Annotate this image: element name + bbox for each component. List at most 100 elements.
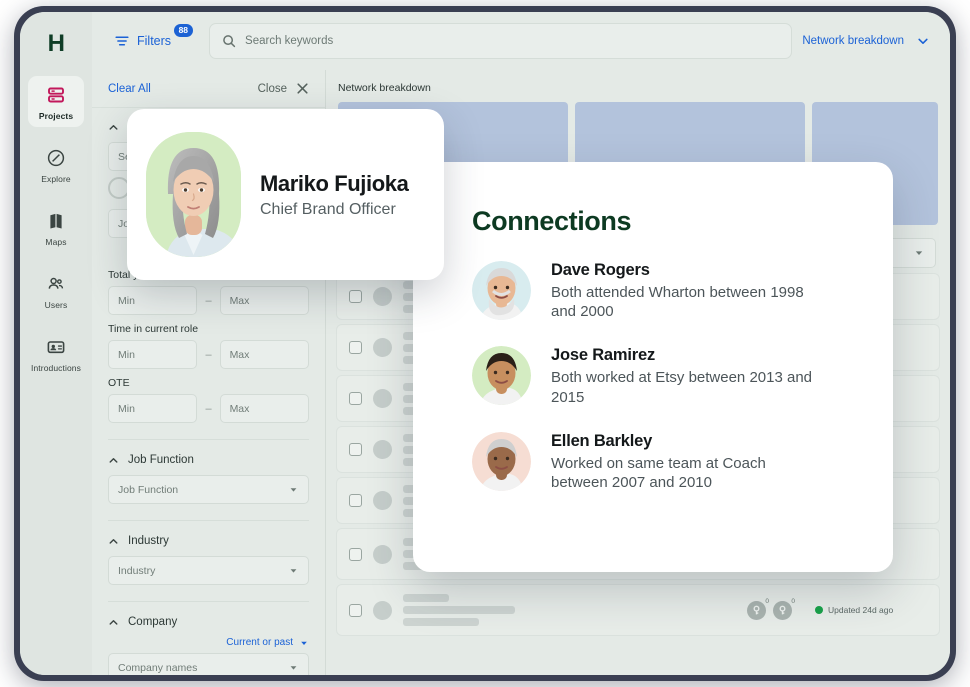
- min-placeholder: Min: [118, 348, 135, 361]
- status-text: Updated 24d ago: [828, 605, 894, 615]
- sidebar-item-label: Maps: [45, 237, 67, 247]
- company-scope-label: Current or past: [226, 637, 293, 648]
- filters-count-badge: 88: [173, 24, 194, 37]
- experience-filter-group: Total years of experience Min – Max Time…: [92, 257, 325, 427]
- connection-avatar: [472, 261, 531, 320]
- time-in-role-min-input[interactable]: Min: [108, 340, 198, 369]
- map-icon: [45, 210, 67, 232]
- sidebar-item-maps[interactable]: Maps: [28, 202, 84, 253]
- connection-description: Both attended Wharton between 1998 and 2…: [551, 284, 804, 321]
- row-checkbox[interactable]: [349, 494, 362, 507]
- job-function-collapse-toggle[interactable]: Job Function: [108, 450, 309, 475]
- sidebar-item-users[interactable]: Users: [28, 265, 84, 316]
- ote-label: OTE: [108, 377, 130, 389]
- connections-card: Connections Dave Rogers Both attended Wha…: [413, 162, 893, 572]
- sidebar-item-explore[interactable]: Explore: [28, 139, 84, 190]
- connections-list: Dave Rogers Both attended Wharton between…: [472, 261, 893, 492]
- row-checkbox[interactable]: [349, 392, 362, 405]
- network-breakdown-dropdown[interactable]: Network breakdown: [802, 34, 936, 48]
- row-status: Updated 24d ago: [815, 605, 927, 615]
- chevron-down-icon: [288, 484, 299, 495]
- row-checkbox[interactable]: [349, 290, 362, 303]
- chevron-down-icon: [916, 34, 930, 48]
- time-in-role-label: Time in current role: [108, 323, 199, 335]
- avatar: [373, 544, 392, 564]
- key-icon[interactable]: 0: [747, 598, 769, 620]
- search-placeholder: Search keywords: [245, 35, 334, 47]
- filters-button[interactable]: Filters 88: [106, 24, 194, 55]
- min-placeholder: Min: [118, 294, 135, 307]
- range-dash: –: [205, 348, 212, 361]
- ote-range: Min – Max: [108, 394, 309, 423]
- total-years-min-input[interactable]: Min: [108, 286, 198, 315]
- avatar: [373, 440, 392, 459]
- company-heading: Company: [128, 616, 178, 628]
- key-icon[interactable]: 0: [773, 598, 795, 620]
- company-names-select[interactable]: Company names: [108, 653, 309, 675]
- chevron-down-icon: [288, 565, 299, 576]
- network-breakdown-title: Network breakdown: [338, 82, 431, 94]
- connection-item[interactable]: Ellen Barkley Worked on same team at Coac…: [472, 431, 893, 492]
- connection-text: Dave Rogers Both attended Wharton between…: [551, 261, 817, 321]
- total-years-max-input[interactable]: Max: [219, 286, 309, 315]
- max-placeholder: Max: [229, 294, 250, 307]
- row-checkbox[interactable]: [349, 603, 362, 617]
- profile-name: Mariko Fujioka: [260, 170, 409, 196]
- sidebar-item-projects[interactable]: Projects: [28, 76, 84, 127]
- table-row[interactable]: 00 Updated 24d ago: [336, 584, 940, 636]
- connection-item[interactable]: Jose Ramirez Both worked at Etsy between …: [472, 346, 893, 406]
- connection-item[interactable]: Dave Rogers Both attended Wharton between…: [472, 261, 893, 321]
- profile-avatar: [146, 132, 241, 257]
- time-in-role-max-input[interactable]: Max: [219, 340, 309, 369]
- job-function-select[interactable]: Job Function: [108, 475, 309, 504]
- ote-max-input[interactable]: Max: [219, 394, 309, 423]
- status-dot-icon: [815, 606, 823, 614]
- job-function-placeholder: Job Function: [118, 483, 179, 496]
- app-logo: H: [47, 30, 65, 57]
- clear-all-button[interactable]: Clear All: [108, 83, 151, 95]
- connection-text: Ellen Barkley Worked on same team at Coac…: [551, 432, 817, 492]
- close-icon: [296, 82, 309, 95]
- total-years-range: Min – Max: [108, 286, 309, 315]
- chevron-up-icon: [108, 455, 119, 466]
- chevron-up-icon: [108, 536, 119, 547]
- company-collapse-toggle[interactable]: Company: [108, 612, 309, 637]
- company-scope-dropdown[interactable]: Current or past: [108, 637, 309, 653]
- max-placeholder: Max: [229, 348, 250, 361]
- connection-description: Both worked at Etsy between 2013 and 201…: [551, 369, 813, 406]
- sidebar-item-introductions[interactable]: Introductions: [28, 328, 84, 379]
- avatar: [373, 338, 392, 357]
- row-skeleton: [403, 594, 515, 626]
- search-input[interactable]: Search keywords: [209, 23, 793, 59]
- profile-card[interactable]: Mariko Fujioka Chief Brand Officer: [127, 109, 444, 280]
- row-checkbox[interactable]: [349, 341, 362, 354]
- connection-name: Dave Rogers: [551, 261, 650, 279]
- industry-placeholder: Industry: [118, 564, 156, 577]
- close-label: Close: [257, 82, 287, 95]
- profile-role: Chief Brand Officer: [260, 200, 396, 218]
- sidebar-item-label: Users: [44, 300, 68, 310]
- top-toolbar: Filters 88 Search keywords Network break…: [92, 12, 950, 70]
- connection-name: Ellen Barkley: [551, 431, 653, 450]
- row-checkbox[interactable]: [349, 547, 362, 561]
- sidebar-item-label: Explore: [41, 174, 71, 184]
- row-checkbox[interactable]: [349, 443, 362, 456]
- company-filter-group: Company Current or past Company names: [92, 602, 325, 675]
- projects-icon: [45, 84, 67, 106]
- device-frame: H Projects Explore Maps Users Introducti…: [14, 6, 956, 681]
- close-filters-button[interactable]: Close: [258, 82, 309, 95]
- compass-icon: [45, 147, 67, 169]
- filters-label: Filters: [137, 34, 172, 48]
- industry-select[interactable]: Industry: [108, 556, 309, 585]
- range-dash: –: [205, 402, 212, 415]
- search-icon: [222, 34, 236, 48]
- connection-name: Jose Ramirez: [551, 346, 655, 365]
- avatar: [373, 491, 392, 510]
- ote-min-input[interactable]: Min: [108, 394, 198, 423]
- chevron-down-icon: [288, 662, 299, 673]
- industry-heading: Industry: [128, 535, 169, 547]
- job-function-filter-group: Job Function Job Function: [92, 440, 325, 508]
- filters-panel-header: Clear All Close: [92, 70, 325, 108]
- industry-collapse-toggle[interactable]: Industry: [108, 531, 309, 556]
- chevron-up-icon: [108, 617, 119, 628]
